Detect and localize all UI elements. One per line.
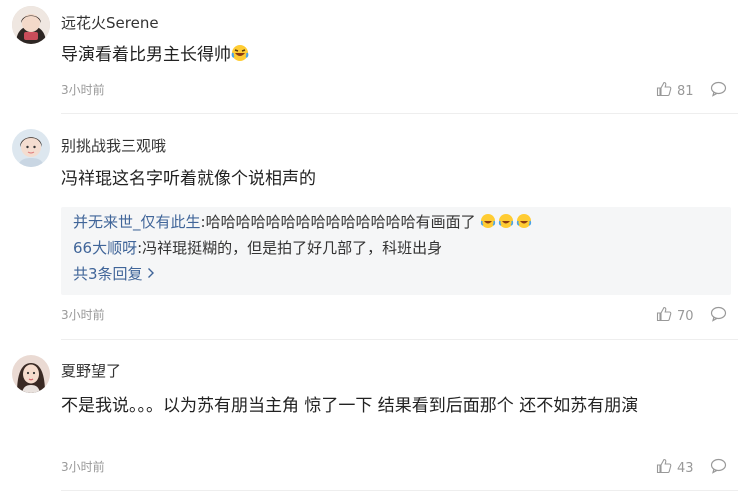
like-button[interactable]: 81	[656, 81, 694, 101]
reply-button[interactable]	[710, 458, 727, 478]
more-replies-link[interactable]: 共3条回复	[73, 263, 155, 284]
username[interactable]: 远花火Serene	[61, 12, 159, 33]
comment-text: 冯祥琨这名字听着就像个说相声的	[61, 169, 316, 189]
comment-text: 不是我说。。。以为苏有朋当主角 惊了一下 结果看到后面那个 还不如苏有朋演	[61, 396, 639, 416]
comment-bubble-icon	[710, 81, 727, 101]
like-button[interactable]: 43	[656, 458, 694, 478]
reply-button[interactable]	[710, 81, 727, 101]
username[interactable]: 别挑战我三观哦	[61, 135, 166, 156]
like-count: 81	[677, 83, 694, 99]
comment-1: 远花火Serene 导演看着比男主长得帅 3小时前 81	[0, 0, 738, 114]
timestamp: 3小时前	[61, 83, 105, 97]
thumbs-up-icon	[656, 458, 672, 478]
like-count: 43	[677, 460, 694, 476]
comment-bubble-icon	[710, 458, 727, 478]
comment-text: 导演看着比男主长得帅	[61, 41, 731, 72]
timestamp: 3小时前	[61, 308, 105, 322]
thumbs-up-icon	[656, 81, 672, 101]
timestamp: 3小时前	[61, 460, 105, 474]
reply-preview-box: 并无来世_仅有此生:哈哈哈哈哈哈哈哈哈哈哈哈哈哈有画面了 66大顺呀:冯祥琨挺糊…	[61, 207, 731, 295]
reply-item[interactable]: 66大顺呀:冯祥琨挺糊的，但是拍了好几部了，科班出身	[73, 237, 442, 258]
reply-button[interactable]	[710, 306, 727, 326]
chevron-right-icon	[147, 265, 155, 283]
avatar[interactable]	[12, 129, 50, 167]
avatar[interactable]	[12, 355, 50, 393]
more-replies-label: 共3条回复	[73, 265, 143, 283]
like-count: 70	[677, 308, 694, 324]
like-button[interactable]: 70	[656, 306, 694, 326]
reply-username[interactable]: 并无来世_仅有此生	[73, 213, 201, 231]
reply-username[interactable]: 66大顺呀	[73, 239, 137, 257]
comment-text-body: 导演看着比男主长得帅	[61, 45, 231, 65]
laughing-crying-emoji-icon	[231, 43, 249, 72]
divider	[61, 490, 738, 491]
username[interactable]: 夏野望了	[61, 360, 121, 381]
comment-3: 夏野望了 不是我说。。。以为苏有朋当主角 惊了一下 结果看到后面那个 还不如苏有…	[0, 340, 738, 493]
thumbs-up-icon	[656, 306, 672, 326]
comment-bubble-icon	[710, 306, 727, 326]
laughing-crying-emoji-icon	[480, 213, 532, 233]
reply-item[interactable]: 并无来世_仅有此生:哈哈哈哈哈哈哈哈哈哈哈哈哈哈有画面了	[73, 211, 532, 233]
reply-text: 哈哈哈哈哈哈哈哈哈哈哈哈哈哈有画面了	[205, 213, 476, 231]
avatar[interactable]	[12, 6, 50, 44]
reply-text: 冯祥琨挺糊的，但是拍了好几部了，科班出身	[142, 239, 443, 257]
comment-2: 别挑战我三观哦 冯祥琨这名字听着就像个说相声的 并无来世_仅有此生:哈哈哈哈哈哈…	[0, 114, 738, 342]
